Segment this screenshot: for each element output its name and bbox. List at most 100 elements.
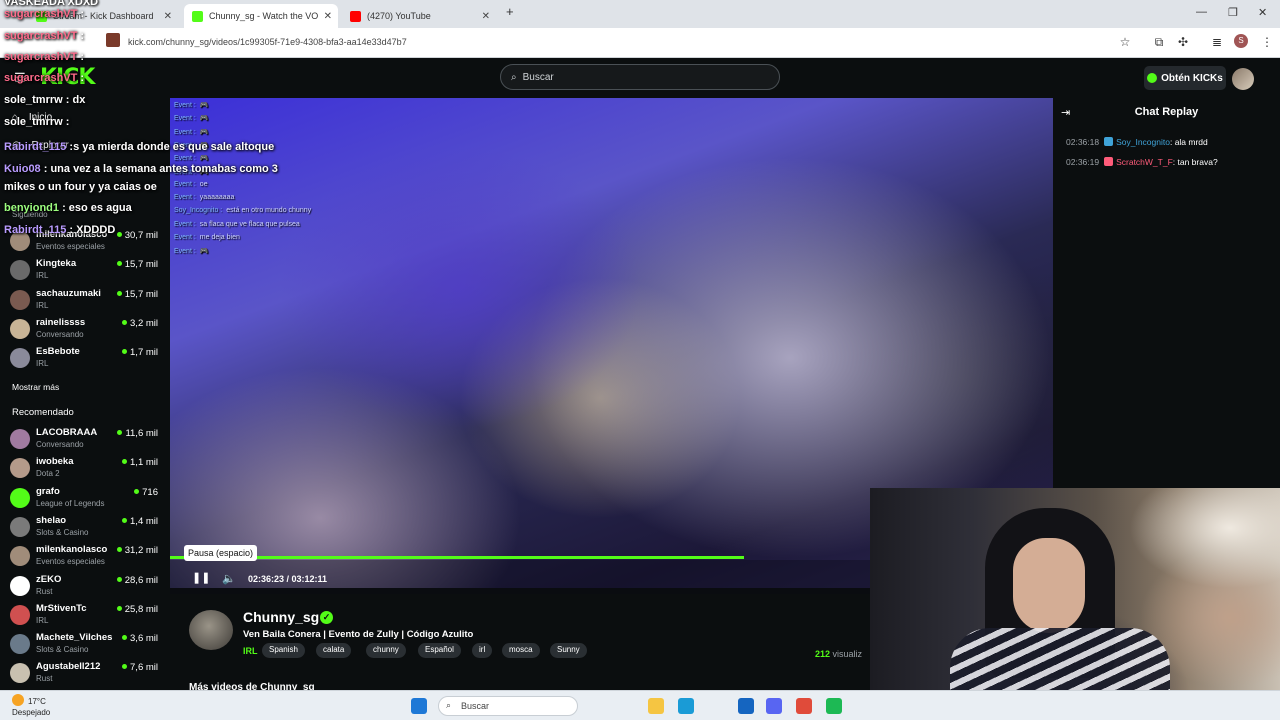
bookmark-star-icon[interactable]: ☆ xyxy=(1116,33,1134,51)
taskbar-search[interactable]: ⌕ Buscar xyxy=(438,696,578,716)
pause-button[interactable]: ❚❚ xyxy=(192,571,210,587)
event-tag: Event : xyxy=(174,220,196,228)
tag-pill[interactable]: calata xyxy=(316,643,352,658)
tag-pill[interactable]: Spanish xyxy=(262,643,305,658)
channel-item[interactable]: EsBebote IRL 1,7 mil xyxy=(10,346,162,374)
channel-item[interactable]: milenkanolasco Eventos especiales 31,2 mil xyxy=(10,544,162,572)
event-text: me deja bien xyxy=(199,234,240,241)
channel-category: IRL xyxy=(36,615,49,625)
channel-viewers: 15,7 mil xyxy=(117,289,158,300)
event-line: Soy_Incognito : está en otro mundo chunny xyxy=(174,207,311,214)
event-line: Event : 🎮 xyxy=(174,114,209,122)
menu-dots-icon[interactable]: ⋮ xyxy=(1258,33,1276,51)
media-control-icon[interactable]: ≣ xyxy=(1208,33,1226,51)
close-tab-icon[interactable]: ✕ xyxy=(482,11,490,22)
chat-username[interactable]: Soy_Incognito xyxy=(1116,137,1170,147)
outlook-icon[interactable] xyxy=(738,698,754,714)
channel-item[interactable]: shelao Slots & Casino 1,4 mil xyxy=(10,515,162,543)
channel-item[interactable]: rainelissss Conversando 3,2 mil xyxy=(10,317,162,345)
profile-avatar[interactable]: S xyxy=(1234,34,1248,48)
extension-icon[interactable]: ⧉ xyxy=(1150,33,1168,51)
event-line: Event : oe xyxy=(174,181,208,188)
channel-item[interactable]: MrStivenTc IRL 25,8 mil xyxy=(10,603,162,631)
edge-icon[interactable] xyxy=(678,698,694,714)
overlay-chat-text: VASKEADA XDXD xyxy=(4,0,99,8)
overlay-chat-line: mikes o un four y ya caias oe xyxy=(4,181,157,193)
maximize-icon[interactable]: ❐ xyxy=(1228,6,1238,19)
user-badge-icon xyxy=(1104,157,1114,166)
event-tag: Event : xyxy=(174,102,196,109)
event-text: 🎮 xyxy=(199,102,209,109)
webcam-feed xyxy=(870,488,1280,720)
overlay-chat-user: Rabirdt_115 xyxy=(4,224,67,236)
chat-text: : tan brava? xyxy=(1172,157,1218,167)
channel-name: milenkanolasco xyxy=(36,544,108,556)
chat-username[interactable]: ScratchW_T_F xyxy=(1116,157,1173,167)
channel-item[interactable]: sachauzumaki IRL 15,7 mil xyxy=(10,288,162,316)
overlay-chat-line: Rabirdt_115 : XDDDD xyxy=(4,224,115,236)
url-field[interactable]: kick.com/chunny_sg/videos/1c99305f-71e9-… xyxy=(128,37,407,47)
channel-name: sachauzumaki xyxy=(36,287,101,299)
tab-youtube[interactable]: (4270) YouTube ✕ xyxy=(342,4,496,28)
channel-avatar xyxy=(10,663,30,684)
video-time: 02:36:23 / 03:12:11 xyxy=(248,574,328,584)
channel-item[interactable]: Agustabell212 Rust 7,6 mil xyxy=(10,661,162,689)
tag-pill[interactable]: chunny xyxy=(366,643,406,658)
channel-item[interactable]: Kingteka IRL 15,7 mil xyxy=(10,258,162,286)
channel-category: Slots & Casino xyxy=(36,645,89,655)
channel-item[interactable]: grafo League of Legends 716 xyxy=(10,486,162,514)
streamer-name[interactable]: Chunny_sg xyxy=(243,609,319,625)
overlay-chat-line: sole_tmrrw : dx xyxy=(4,94,85,106)
chat-text: : ala mrdd xyxy=(1169,137,1208,147)
view-count-label: visualiz xyxy=(830,649,863,659)
tag-pill[interactable]: mosca xyxy=(502,643,540,658)
event-line: Event : 🎮 xyxy=(174,101,209,109)
tag-pill[interactable]: Sunny xyxy=(550,643,587,658)
overlay-chat-line: sugarcrashVT : xyxy=(4,72,84,84)
user-avatar[interactable] xyxy=(1232,68,1254,90)
weather-widget[interactable]: 17°C Despejado xyxy=(12,694,50,718)
category-link[interactable]: IRL xyxy=(243,646,258,656)
windows-icon[interactable] xyxy=(411,698,427,714)
get-kicks-button[interactable]: Obtén KICKs xyxy=(1144,66,1226,90)
search-input[interactable]: ⌕ Buscar xyxy=(500,64,780,90)
close-window-icon[interactable]: ✕ xyxy=(1258,6,1267,19)
overlay-chat-user: sole_tmrrw xyxy=(4,94,63,106)
overlay-chat-msg: :s ya mierda donde es que sale altoque xyxy=(66,141,275,153)
volume-icon[interactable]: 🔈 xyxy=(222,572,236,585)
overlay-chat-msg: : xyxy=(77,72,85,84)
channel-viewers: 7,6 mil xyxy=(122,662,158,673)
close-tab-icon[interactable]: ✕ xyxy=(324,11,332,22)
close-tab-icon[interactable]: ✕ xyxy=(164,11,172,22)
overlay-chat-msg: : eso es agua xyxy=(59,202,132,214)
overlay-chat-user: Kuio08 xyxy=(4,163,41,175)
spotify-icon[interactable] xyxy=(826,698,842,714)
minimize-icon[interactable]: — xyxy=(1196,6,1207,18)
channel-item[interactable]: zEKO Rust 28,6 mil xyxy=(10,574,162,602)
channel-item[interactable]: Machete_Vilches Slots & Casino 3,6 mil xyxy=(10,632,162,660)
puzzle-icon[interactable]: ✣ xyxy=(1174,33,1192,51)
discord-icon[interactable] xyxy=(766,698,782,714)
channel-item[interactable]: iwobeka Dota 2 1,1 mil xyxy=(10,456,162,484)
channel-category: Rust xyxy=(36,674,53,684)
site-info-icon[interactable] xyxy=(106,33,120,47)
show-more-link[interactable]: Mostrar más xyxy=(12,382,59,392)
channel-viewers: 1,1 mil xyxy=(122,457,158,468)
event-line: Event : me deja bien xyxy=(174,234,240,241)
channel-name: Kingteka xyxy=(36,258,77,270)
event-text: 🎮 xyxy=(199,248,209,256)
chrome-icon[interactable] xyxy=(796,698,812,714)
tag-pill[interactable]: Español xyxy=(418,643,461,658)
recommended-header: Recomendado xyxy=(12,407,74,418)
file-explorer-icon[interactable] xyxy=(648,698,664,714)
tag-pill[interactable]: irl xyxy=(472,643,493,658)
stream-title: Ven Baila Conera | Evento de Zully | Cód… xyxy=(243,629,474,640)
streamer-avatar[interactable] xyxy=(189,610,233,650)
event-text: 🎮 xyxy=(199,115,209,123)
channel-category: League of Legends xyxy=(36,498,105,508)
tab-chunny-vod[interactable]: Chunny_sg - Watch the VO ✕ xyxy=(184,4,338,28)
address-bar: kick.com/chunny_sg/videos/1c99305f-71e9-… xyxy=(0,28,1280,58)
new-tab-button[interactable]: + xyxy=(506,4,514,19)
overlay-chat-msg: : XDDDD xyxy=(66,224,116,236)
channel-item[interactable]: LACOBRAAA Conversando 11,6 mil xyxy=(10,427,162,455)
